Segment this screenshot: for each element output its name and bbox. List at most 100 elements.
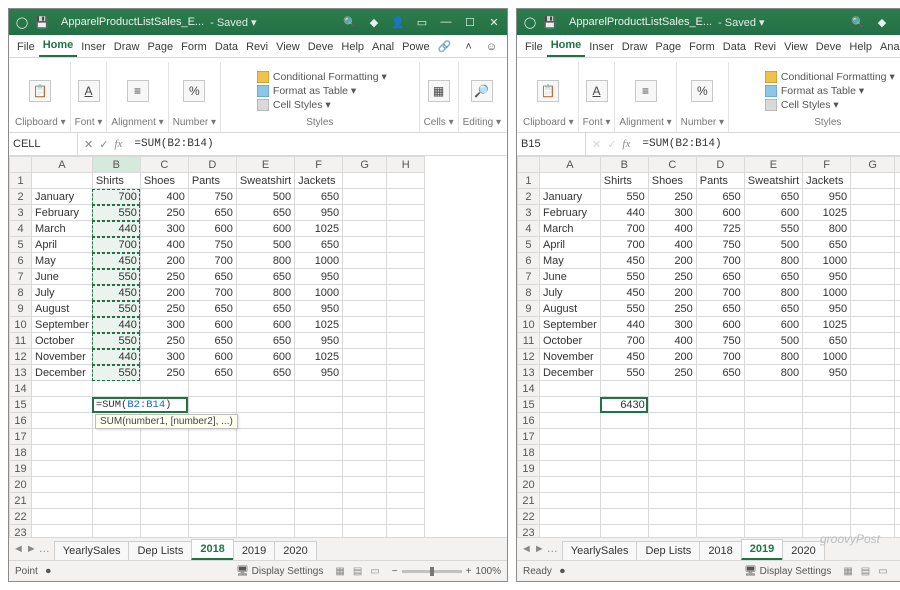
cell[interactable] <box>32 429 93 445</box>
view-normal-icon[interactable]: ▦ <box>331 566 348 577</box>
cell[interactable] <box>895 269 900 285</box>
row-header[interactable]: 20 <box>10 477 32 493</box>
ribbon-options-icon[interactable]: ▭ <box>415 15 429 29</box>
col-header[interactable]: H <box>387 157 425 173</box>
share-icon[interactable]: 🔗 <box>434 37 456 57</box>
name-box[interactable]: B15 <box>517 133 586 155</box>
cell[interactable]: 650 <box>236 269 294 285</box>
col-header[interactable]: B <box>600 157 648 173</box>
cell[interactable] <box>744 525 802 538</box>
cell[interactable]: 550 <box>92 333 140 349</box>
cell[interactable] <box>648 413 696 429</box>
tab-view[interactable]: View <box>780 38 812 57</box>
row-header[interactable]: 20 <box>517 477 539 493</box>
cell[interactable]: 1000 <box>803 349 851 365</box>
col-header[interactable]: D <box>188 157 236 173</box>
cell[interactable] <box>343 189 387 205</box>
cell[interactable] <box>539 381 600 397</box>
sheet-tab[interactable]: YearlySales <box>562 541 638 560</box>
row-header[interactable]: 2 <box>517 189 539 205</box>
cell[interactable]: 650 <box>295 237 343 253</box>
cell[interactable] <box>803 477 851 493</box>
cell[interactable] <box>539 509 600 525</box>
view-break-icon[interactable]: ▭ <box>366 566 383 577</box>
save-icon[interactable]: 💾 <box>35 15 49 29</box>
cell[interactable] <box>744 509 802 525</box>
tab-nav-next-icon[interactable]: ► <box>534 543 545 555</box>
tab-insert[interactable]: Inser <box>77 38 109 57</box>
cell[interactable]: 650 <box>188 301 236 317</box>
row-header[interactable]: 3 <box>517 205 539 221</box>
cell[interactable] <box>343 525 387 538</box>
search-icon[interactable]: 🔍 <box>343 15 357 29</box>
format-as-table-button[interactable]: Format as Table ▾ <box>257 85 387 97</box>
cell[interactable] <box>140 445 188 461</box>
row-header[interactable]: 3 <box>10 205 32 221</box>
cell[interactable] <box>32 461 93 477</box>
cell[interactable] <box>387 365 425 381</box>
cell[interactable] <box>895 445 900 461</box>
cell[interactable] <box>648 509 696 525</box>
cell[interactable]: 450 <box>92 253 140 269</box>
cell[interactable]: 750 <box>696 237 744 253</box>
cell[interactable] <box>92 509 140 525</box>
smile-icon[interactable]: ☺ <box>482 38 501 57</box>
cell[interactable]: 950 <box>295 269 343 285</box>
cell[interactable] <box>895 173 900 189</box>
row-header[interactable]: 21 <box>517 493 539 509</box>
cell[interactable] <box>343 317 387 333</box>
cell[interactable] <box>32 477 93 493</box>
row-header[interactable]: 6 <box>517 253 539 269</box>
cell[interactable] <box>600 509 648 525</box>
cell[interactable] <box>744 445 802 461</box>
col-header[interactable]: F <box>295 157 343 173</box>
cell[interactable]: March <box>539 221 600 237</box>
cell[interactable] <box>895 413 900 429</box>
tab-page[interactable]: Page <box>651 38 685 57</box>
cell[interactable] <box>895 381 900 397</box>
cell[interactable] <box>236 445 294 461</box>
cell[interactable] <box>343 221 387 237</box>
sheet-tab[interactable]: 2019 <box>233 541 275 560</box>
cell[interactable]: Pants <box>188 173 236 189</box>
cell[interactable] <box>387 413 425 429</box>
row-header[interactable]: 18 <box>10 445 32 461</box>
cell[interactable]: 725 <box>696 221 744 237</box>
cell[interactable]: 650 <box>744 189 802 205</box>
cell[interactable] <box>851 381 895 397</box>
cell[interactable]: 600 <box>188 317 236 333</box>
cell[interactable]: 650 <box>236 301 294 317</box>
row-header[interactable]: 15 <box>10 397 32 413</box>
cell[interactable]: 250 <box>140 301 188 317</box>
cell[interactable] <box>295 509 343 525</box>
cell[interactable]: 650 <box>236 365 294 381</box>
cell[interactable] <box>539 397 600 413</box>
cell[interactable]: November <box>32 349 93 365</box>
cell[interactable] <box>295 525 343 538</box>
cell[interactable] <box>895 221 900 237</box>
cell[interactable]: 650 <box>696 365 744 381</box>
cell[interactable] <box>92 493 140 509</box>
cell[interactable] <box>851 301 895 317</box>
cell[interactable] <box>343 237 387 253</box>
cell[interactable]: July <box>32 285 93 301</box>
cancel-formula-icon[interactable]: ✕ <box>592 138 601 151</box>
cell[interactable]: 650 <box>696 189 744 205</box>
cell[interactable] <box>696 509 744 525</box>
cell[interactable]: 550 <box>92 205 140 221</box>
cell[interactable]: 800 <box>236 285 294 301</box>
row-header[interactable]: 10 <box>517 317 539 333</box>
cell[interactable]: 700 <box>696 253 744 269</box>
cell[interactable]: 550 <box>600 365 648 381</box>
col-header[interactable]: E <box>236 157 294 173</box>
sheet-tab[interactable]: 2020 <box>782 541 824 560</box>
cell[interactable]: 650 <box>744 269 802 285</box>
cell[interactable]: 250 <box>648 269 696 285</box>
cell[interactable]: 250 <box>648 365 696 381</box>
cell[interactable]: September <box>539 317 600 333</box>
cell[interactable]: 1000 <box>803 285 851 301</box>
cell[interactable] <box>895 205 900 221</box>
enter-formula-icon[interactable]: ✓ <box>99 138 108 151</box>
cell[interactable]: 300 <box>648 205 696 221</box>
cell[interactable] <box>343 349 387 365</box>
